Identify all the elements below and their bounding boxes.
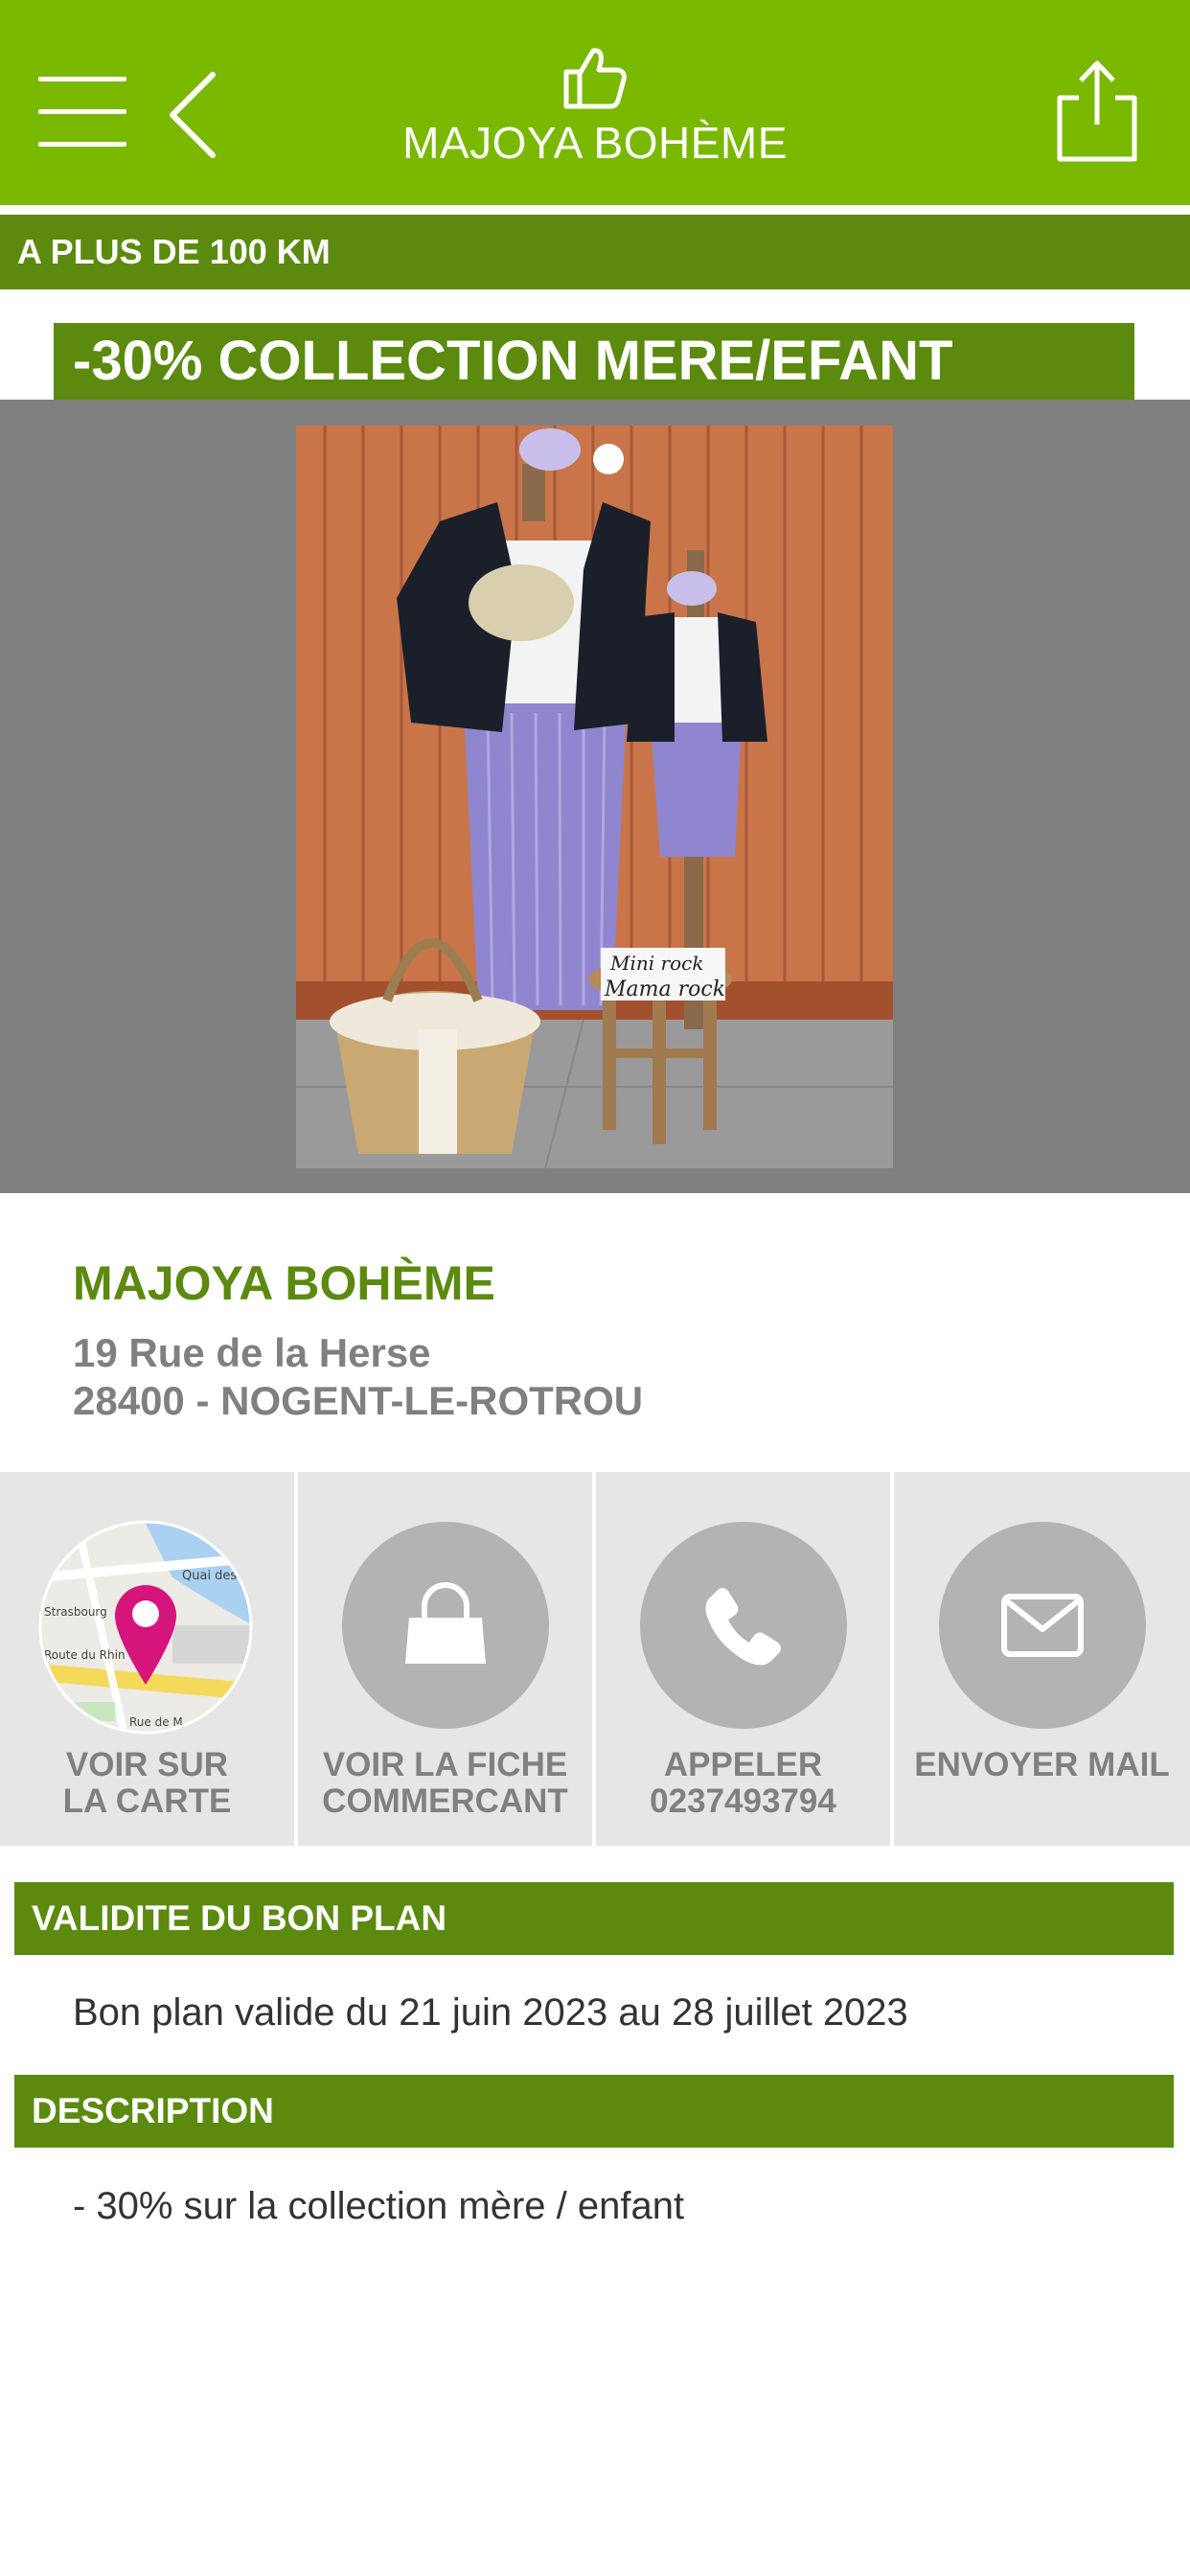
phone-number: 0237493794 xyxy=(650,1782,836,1820)
call-action-label: APPELER xyxy=(663,1746,823,1783)
map-label: Route du Rhin xyxy=(44,1648,126,1662)
shopping-bag-icon xyxy=(342,1522,549,1729)
distance-banner: A PLUS DE 100 KM xyxy=(0,215,1190,289)
shirt-print-mini: Mini rock xyxy=(609,952,703,975)
store-name[interactable]: MAJOYA BOHÈME xyxy=(73,1255,495,1311)
map-action-label-1: VOIR SUR xyxy=(65,1746,229,1783)
phone-icon xyxy=(640,1522,847,1729)
map-label: Rue de M xyxy=(129,1715,183,1729)
validity-text: Bon plan valide du 21 juin 2023 au 28 ju… xyxy=(73,1991,908,2034)
top-app-bar: MAJOYA BOHÈME xyxy=(0,0,1190,205)
call-button[interactable]: APPELER 0237493794 xyxy=(596,1472,890,1846)
envelope-icon xyxy=(939,1522,1146,1729)
mail-action-label: ENVOYER MAIL xyxy=(914,1746,1170,1783)
deal-photo: Mini rock Mama rock xyxy=(296,426,893,1168)
map-thumbnail: Quai des Alp Strasbourg Route du Rhin Ru… xyxy=(38,1520,253,1735)
app-title: MAJOYA BOHÈME xyxy=(402,118,788,168)
thumbs-up-icon xyxy=(563,48,627,109)
description-text: - 30% sur la collection mère / enfant xyxy=(73,2185,685,2227)
view-merchant-sheet-button[interactable]: VOIR LA FICHE COMMERCANT xyxy=(298,1472,592,1846)
deal-title: -30% COLLECTION MERE/EFANT xyxy=(54,323,1134,400)
header-divider xyxy=(0,205,1190,213)
store-address-city: 28400 - NOGENT-LE-ROTROU xyxy=(73,1378,644,1423)
action-grid: Quai des Alp Strasbourg Route du Rhin Ru… xyxy=(0,1472,1190,1846)
shirt-print-mama: Mama rock xyxy=(604,978,725,1001)
sheet-action-label-1: VOIR LA FICHE xyxy=(322,1746,568,1783)
description-heading: DESCRIPTION xyxy=(14,2075,1174,2148)
store-address-street: 19 Rue de la Herse xyxy=(73,1330,431,1375)
map-action-label-2: LA CARTE xyxy=(62,1782,232,1820)
map-label: Strasbourg xyxy=(44,1605,107,1619)
view-on-map-button[interactable]: Quai des Alp Strasbourg Route du Rhin Ru… xyxy=(0,1472,294,1846)
validity-heading: VALIDITE DU BON PLAN xyxy=(14,1882,1174,1955)
share-icon[interactable] xyxy=(1054,58,1140,165)
sheet-action-label-2: COMMERCANT xyxy=(322,1782,568,1820)
map-label: Quai des Alp xyxy=(182,1569,253,1583)
carousel-dot-indicator[interactable] xyxy=(593,444,624,474)
send-mail-button[interactable]: ENVOYER MAIL xyxy=(894,1472,1190,1846)
